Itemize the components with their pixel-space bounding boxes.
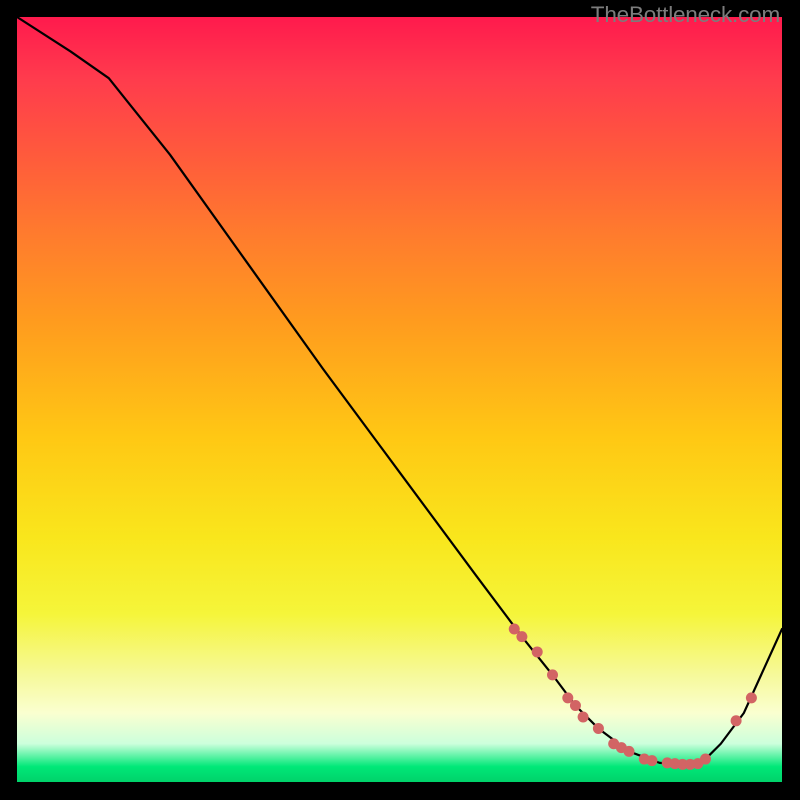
marker-dot: [578, 711, 589, 722]
marker-dot: [547, 669, 558, 680]
chart-container: TheBottleneck.com: [0, 0, 800, 800]
marker-dot: [746, 692, 757, 703]
sweet-spot-markers: [509, 624, 757, 770]
plot-area: [17, 17, 782, 782]
marker-dot: [624, 746, 635, 757]
marker-dot: [532, 646, 543, 657]
chart-svg: [17, 17, 782, 782]
marker-dot: [570, 700, 581, 711]
marker-dot: [516, 631, 527, 642]
marker-dot: [700, 754, 711, 765]
marker-dot: [646, 755, 657, 766]
watermark-text: TheBottleneck.com: [591, 2, 780, 28]
bottleneck-curve: [17, 17, 782, 764]
marker-dot: [731, 715, 742, 726]
marker-dot: [593, 723, 604, 734]
